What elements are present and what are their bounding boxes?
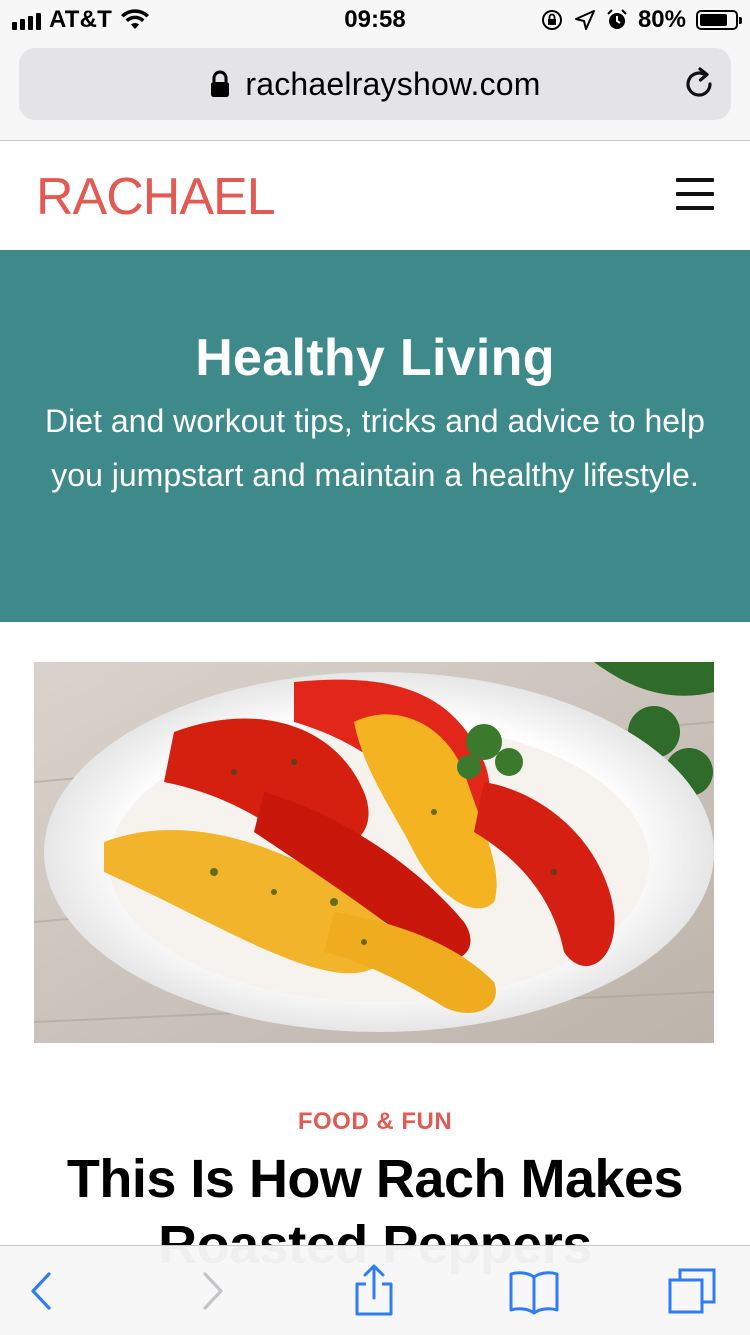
battery-icon [696, 10, 742, 30]
share-icon[interactable] [347, 1264, 401, 1318]
browser-toolbar [0, 1245, 750, 1335]
hero-description: Diet and workout tips, tricks and advice… [45, 403, 705, 493]
browser-address-area: rachaelrayshow.com [0, 40, 750, 141]
tabs-icon[interactable] [666, 1264, 720, 1318]
roasted-peppers-photo [34, 662, 714, 1043]
status-right: 80% [540, 6, 742, 34]
alarm-icon [607, 9, 627, 29]
reload-icon[interactable] [681, 66, 717, 102]
address-bar[interactable]: rachaelrayshow.com [19, 48, 731, 120]
orientation-lock-icon [541, 10, 562, 30]
article-category[interactable]: FOOD & FUN [0, 1108, 750, 1136]
article-image[interactable] [34, 662, 714, 1043]
back-icon[interactable] [16, 1264, 70, 1318]
site-logo[interactable]: RACHAEL [36, 167, 276, 227]
url-display[interactable]: rachaelrayshow.com [19, 48, 731, 120]
bookmarks-icon[interactable] [507, 1264, 561, 1318]
lock-icon [211, 70, 230, 97]
location-icon [574, 10, 595, 30]
hamburger-menu-icon[interactable] [676, 178, 714, 210]
battery-fill [700, 14, 727, 26]
forward-icon[interactable] [184, 1264, 238, 1318]
hero-title: Healthy Living [195, 329, 555, 387]
status-bar: AT&T 09:58 80% [0, 0, 750, 40]
hero-banner: Healthy Living Diet and workout tips, tr… [0, 250, 750, 622]
battery-percent: 80% [637, 6, 686, 33]
site-header: RACHAEL [0, 141, 750, 250]
url-text: rachaelrayshow.com [245, 65, 541, 102]
